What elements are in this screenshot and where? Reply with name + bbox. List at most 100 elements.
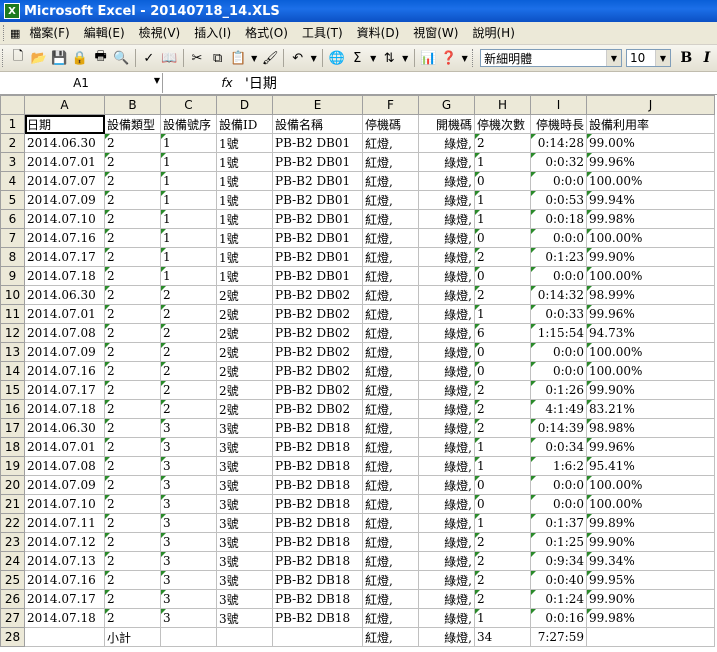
cell-e13[interactable]: PB-B2 DB02 <box>272 342 363 362</box>
cell-a6[interactable]: 2014.07.10 <box>24 209 105 229</box>
cell-h17[interactable]: 2 <box>474 418 531 438</box>
cell-j6[interactable]: 99.98% <box>586 209 715 229</box>
cell-f11[interactable]: 紅燈, <box>362 304 419 324</box>
cell-c24[interactable]: 3 <box>160 551 217 571</box>
cell-g18[interactable]: 綠燈, <box>418 437 475 457</box>
copy-icon[interactable]: ⧉ <box>208 48 227 68</box>
row-header[interactable]: 17 <box>0 418 25 438</box>
cell-c8[interactable]: 1 <box>160 247 217 267</box>
cell-b7[interactable]: 2 <box>104 228 161 248</box>
cell-b20[interactable]: 2 <box>104 475 161 495</box>
menu-file[interactable]: 檔案(F) <box>22 23 76 43</box>
cell-i13[interactable]: 0:0:0 <box>530 342 587 362</box>
cell-g8[interactable]: 綠燈, <box>418 247 475 267</box>
cell-j9[interactable]: 100.00% <box>586 266 715 286</box>
cell-j24[interactable]: 99.34% <box>586 551 715 571</box>
cell-i25[interactable]: 0:0:40 <box>530 570 587 590</box>
cell-d24[interactable]: 3號 <box>216 551 273 571</box>
cell-h3[interactable]: 1 <box>474 152 531 172</box>
insert-function-icon[interactable]: fx <box>217 76 237 90</box>
cell-j13[interactable]: 100.00% <box>586 342 715 362</box>
cell-f7[interactable]: 紅燈, <box>362 228 419 248</box>
cell-d19[interactable]: 3號 <box>216 456 273 476</box>
cell-f21[interactable]: 紅燈, <box>362 494 419 514</box>
cell-j27[interactable]: 99.98% <box>586 608 715 628</box>
cell-a1[interactable]: 日期 <box>24 114 105 134</box>
row-header[interactable]: 21 <box>0 494 25 514</box>
permission-icon[interactable]: 🔒 <box>71 48 90 68</box>
cell-h11[interactable]: 1 <box>474 304 531 324</box>
row-header[interactable]: 9 <box>0 266 25 286</box>
cell-g10[interactable]: 綠燈, <box>418 285 475 305</box>
menu-edit[interactable]: 編輯(E) <box>77 23 132 43</box>
cell-c12[interactable]: 2 <box>160 323 217 343</box>
cell-f17[interactable]: 紅燈, <box>362 418 419 438</box>
cell-j8[interactable]: 99.90% <box>586 247 715 267</box>
cell-b14[interactable]: 2 <box>104 361 161 381</box>
cell-i17[interactable]: 0:14:39 <box>530 418 587 438</box>
cell-i1[interactable]: 停機時長 <box>530 114 587 134</box>
row-header[interactable]: 16 <box>0 399 25 419</box>
cell-i5[interactable]: 0:0:53 <box>530 190 587 210</box>
cell-c26[interactable]: 3 <box>160 589 217 609</box>
cell-c28[interactable] <box>160 627 217 647</box>
cell-e12[interactable]: PB-B2 DB02 <box>272 323 363 343</box>
cell-h10[interactable]: 2 <box>474 285 531 305</box>
cell-a24[interactable]: 2014.07.13 <box>24 551 105 571</box>
cell-d14[interactable]: 2號 <box>216 361 273 381</box>
cell-i4[interactable]: 0:0:0 <box>530 171 587 191</box>
cell-d18[interactable]: 3號 <box>216 437 273 457</box>
cell-a18[interactable]: 2014.07.01 <box>24 437 105 457</box>
cell-a23[interactable]: 2014.07.12 <box>24 532 105 552</box>
cell-f28[interactable]: 紅燈, <box>362 627 419 647</box>
cell-g6[interactable]: 綠燈, <box>418 209 475 229</box>
cell-d8[interactable]: 1號 <box>216 247 273 267</box>
paste-dropdown-icon[interactable]: ▼ <box>250 48 259 68</box>
cell-b17[interactable]: 2 <box>104 418 161 438</box>
cell-a21[interactable]: 2014.07.10 <box>24 494 105 514</box>
cell-g7[interactable]: 綠燈, <box>418 228 475 248</box>
cell-d22[interactable]: 3號 <box>216 513 273 533</box>
cell-j5[interactable]: 99.94% <box>586 190 715 210</box>
cell-a9[interactable]: 2014.07.18 <box>24 266 105 286</box>
cell-e16[interactable]: PB-B2 DB02 <box>272 399 363 419</box>
cell-i19[interactable]: 1:6:2 <box>530 456 587 476</box>
cell-j15[interactable]: 99.90% <box>586 380 715 400</box>
cell-d3[interactable]: 1號 <box>216 152 273 172</box>
cell-e20[interactable]: PB-B2 DB18 <box>272 475 363 495</box>
row-header[interactable]: 18 <box>0 437 25 457</box>
cell-g12[interactable]: 綠燈, <box>418 323 475 343</box>
format-toolbar-grip-handle[interactable] <box>472 49 476 67</box>
cell-f22[interactable]: 紅燈, <box>362 513 419 533</box>
cell-h4[interactable]: 0 <box>474 171 531 191</box>
cell-b5[interactable]: 2 <box>104 190 161 210</box>
cell-c15[interactable]: 2 <box>160 380 217 400</box>
cell-f3[interactable]: 紅燈, <box>362 152 419 172</box>
cell-j26[interactable]: 99.90% <box>586 589 715 609</box>
cell-h14[interactable]: 0 <box>474 361 531 381</box>
cell-b8[interactable]: 2 <box>104 247 161 267</box>
cut-icon[interactable]: ✂ <box>188 48 207 68</box>
bold-button[interactable]: B <box>677 48 696 68</box>
cell-h26[interactable]: 2 <box>474 589 531 609</box>
cell-f1[interactable]: 停機碼 <box>362 114 419 134</box>
cell-c25[interactable]: 3 <box>160 570 217 590</box>
cell-g15[interactable]: 綠燈, <box>418 380 475 400</box>
row-header[interactable]: 1 <box>0 114 25 134</box>
cell-a26[interactable]: 2014.07.17 <box>24 589 105 609</box>
row-header[interactable]: 11 <box>0 304 25 324</box>
cell-b28[interactable]: 小計 <box>104 627 161 647</box>
cell-c4[interactable]: 1 <box>160 171 217 191</box>
cell-f20[interactable]: 紅燈, <box>362 475 419 495</box>
excel-app-icon[interactable]: X <box>4 3 20 19</box>
cell-d1[interactable]: 設備ID <box>216 114 273 134</box>
name-box[interactable]: A1 ▼ <box>0 73 163 93</box>
cell-e6[interactable]: PB-B2 DB01 <box>272 209 363 229</box>
cell-a11[interactable]: 2014.07.01 <box>24 304 105 324</box>
cell-c10[interactable]: 2 <box>160 285 217 305</box>
cell-i9[interactable]: 0:0:0 <box>530 266 587 286</box>
cell-e9[interactable]: PB-B2 DB01 <box>272 266 363 286</box>
cell-i24[interactable]: 0:9:34 <box>530 551 587 571</box>
cell-f25[interactable]: 紅燈, <box>362 570 419 590</box>
cell-h28[interactable]: 34 <box>474 627 531 647</box>
